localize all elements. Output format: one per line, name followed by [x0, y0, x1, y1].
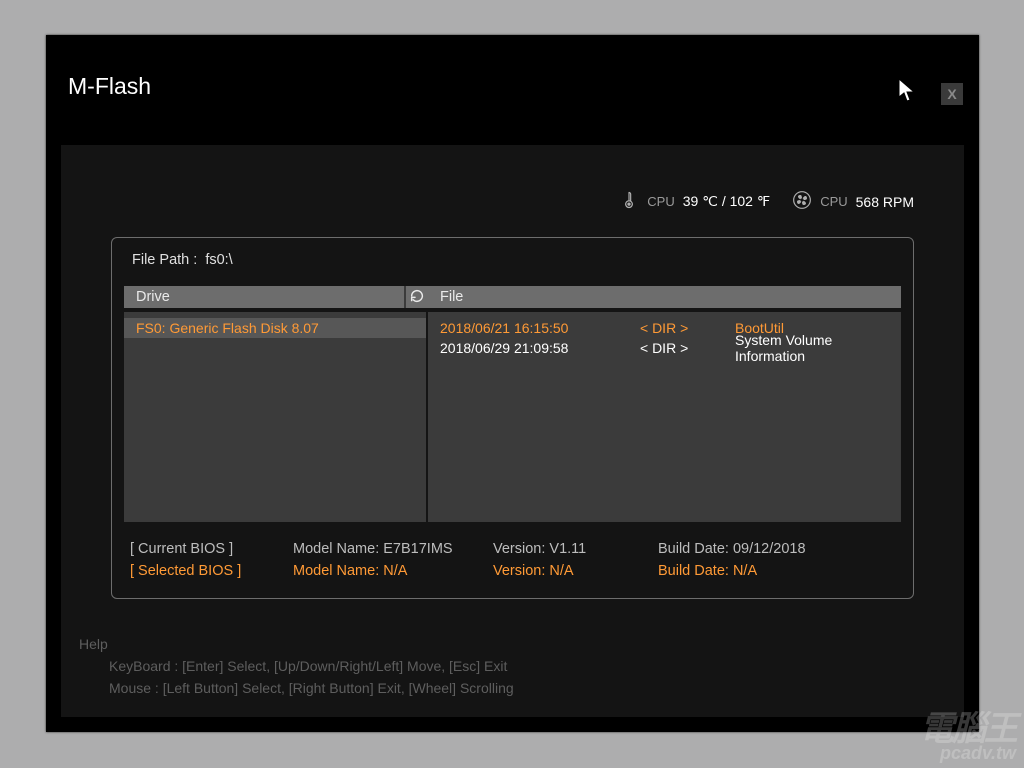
help-mouse: Mouse : [Left Button] Select, [Right But… — [109, 677, 946, 699]
help-keyboard: KeyBoard : [Enter] Select, [Up/Down/Righ… — [109, 655, 946, 677]
cpu-fan-value: 568 RPM — [856, 194, 914, 210]
file-path-value: fs0:\ — [205, 252, 232, 268]
file-item[interactable]: 2018/06/29 21:09:58 < DIR > System Volum… — [428, 338, 901, 358]
cpu-temp-label: CPU — [647, 194, 674, 209]
inner-frame: CPU 39 ℃ / 102 ℉ CPU 568 RPM File Path :… — [61, 145, 964, 717]
help-title: Help — [79, 633, 946, 655]
selected-bios-model: Model Name: N/A — [293, 560, 493, 582]
fan-icon — [792, 190, 812, 213]
current-bios-build: Build Date: 09/12/2018 — [658, 538, 858, 560]
cpu-stats: CPU 39 ℃ / 102 ℉ CPU 568 RPM — [619, 190, 914, 213]
current-bios-tag: [ Current BIOS ] — [130, 538, 293, 560]
cpu-fan-label: CPU — [820, 194, 847, 209]
file-type: < DIR > — [640, 340, 735, 356]
file-path-label: File Path : — [132, 252, 197, 268]
refresh-icon — [409, 288, 425, 307]
file-browser: Drive File FS0: Generic Flash Disk 8.07 — [124, 286, 901, 522]
file-list[interactable]: 2018/06/21 16:15:50 < DIR > BootUtil 201… — [428, 312, 901, 522]
help-section: Help KeyBoard : [Enter] Select, [Up/Down… — [79, 633, 946, 699]
thermometer-icon — [619, 190, 639, 213]
selected-bios-build: Build Date: N/A — [658, 560, 858, 582]
window-title: M-Flash — [68, 73, 151, 100]
selected-bios-tag: [ Selected BIOS ] — [130, 560, 293, 582]
mflash-window: M-Flash X CPU 39 ℃ / 102 ℉ CPU 568 RPM F… — [46, 35, 979, 732]
watermark-line2: pcadv.tw — [920, 744, 1016, 762]
file-column-header: File — [428, 286, 901, 308]
file-date: 2018/06/29 21:09:58 — [440, 340, 640, 356]
file-header-label: File — [428, 289, 463, 305]
current-bios-ver: Version: V1.11 — [493, 538, 658, 560]
drive-item[interactable]: FS0: Generic Flash Disk 8.07 — [124, 318, 426, 338]
cpu-temp-value: 39 ℃ / 102 ℉ — [683, 193, 770, 210]
current-bios-model: Model Name: E7B17IMS — [293, 538, 493, 560]
titlebar: M-Flash X — [46, 35, 979, 107]
drive-header-label: Drive — [124, 289, 170, 305]
bios-info: [ Current BIOS ] Model Name: E7B17IMS Ve… — [130, 538, 895, 582]
selected-bios-row: [ Selected BIOS ] Model Name: N/A Versio… — [130, 560, 895, 582]
file-path: File Path : fs0:\ — [132, 252, 913, 268]
close-button[interactable]: X — [941, 83, 963, 105]
refresh-button[interactable] — [404, 286, 428, 308]
drive-column-header: Drive — [124, 286, 404, 308]
drive-item-label: FS0: Generic Flash Disk 8.07 — [136, 320, 319, 336]
file-panel: File Path : fs0:\ Drive File FS0: — [111, 237, 914, 599]
file-name: System Volume Information — [735, 332, 901, 364]
file-type: < DIR > — [640, 320, 735, 336]
drive-list[interactable]: FS0: Generic Flash Disk 8.07 — [124, 312, 426, 522]
current-bios-row: [ Current BIOS ] Model Name: E7B17IMS Ve… — [130, 538, 895, 560]
selected-bios-ver: Version: N/A — [493, 560, 658, 582]
file-date: 2018/06/21 16:15:50 — [440, 320, 640, 336]
